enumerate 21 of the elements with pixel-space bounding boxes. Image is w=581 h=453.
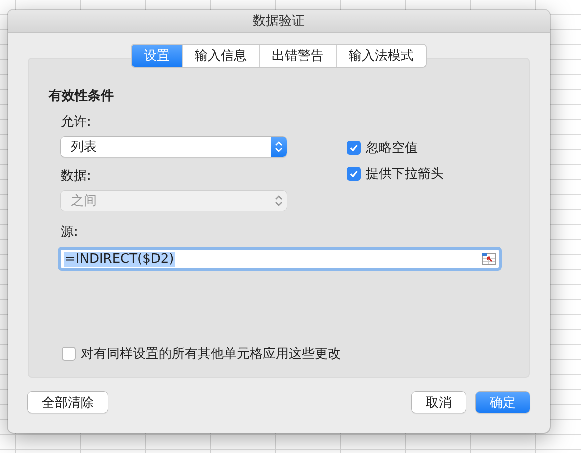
field-label: 源:	[61, 224, 78, 241]
field-label: 允许:	[61, 114, 92, 131]
checkmark-icon	[349, 143, 359, 153]
checkmark-icon	[349, 169, 359, 179]
stepper-icon	[275, 195, 283, 207]
select-field[interactable]: 列表	[61, 137, 287, 157]
checkbox-label: 忽略空值	[366, 140, 418, 157]
dialog-button[interactable]: 取消	[412, 392, 466, 413]
section-title: 有效性条件	[49, 88, 114, 105]
stepper-icon	[275, 141, 283, 153]
dialog-button[interactable]: 全部清除	[28, 392, 108, 413]
range-picker-icon	[482, 253, 496, 265]
checkbox-label: 提供下拉箭头	[366, 166, 444, 183]
checkbox[interactable]	[62, 347, 76, 361]
tab[interactable]: 输入法模式	[336, 45, 426, 67]
window-title: 数据验证	[253, 13, 305, 30]
checkbox-label: 对有同样设置的所有其他单元格应用这些更改	[81, 346, 341, 363]
field-label: 数据:	[61, 168, 92, 185]
checkbox[interactable]	[347, 167, 361, 181]
source-field[interactable]: =INDIRECT($D2)	[58, 247, 502, 271]
checkbox[interactable]	[347, 141, 361, 155]
